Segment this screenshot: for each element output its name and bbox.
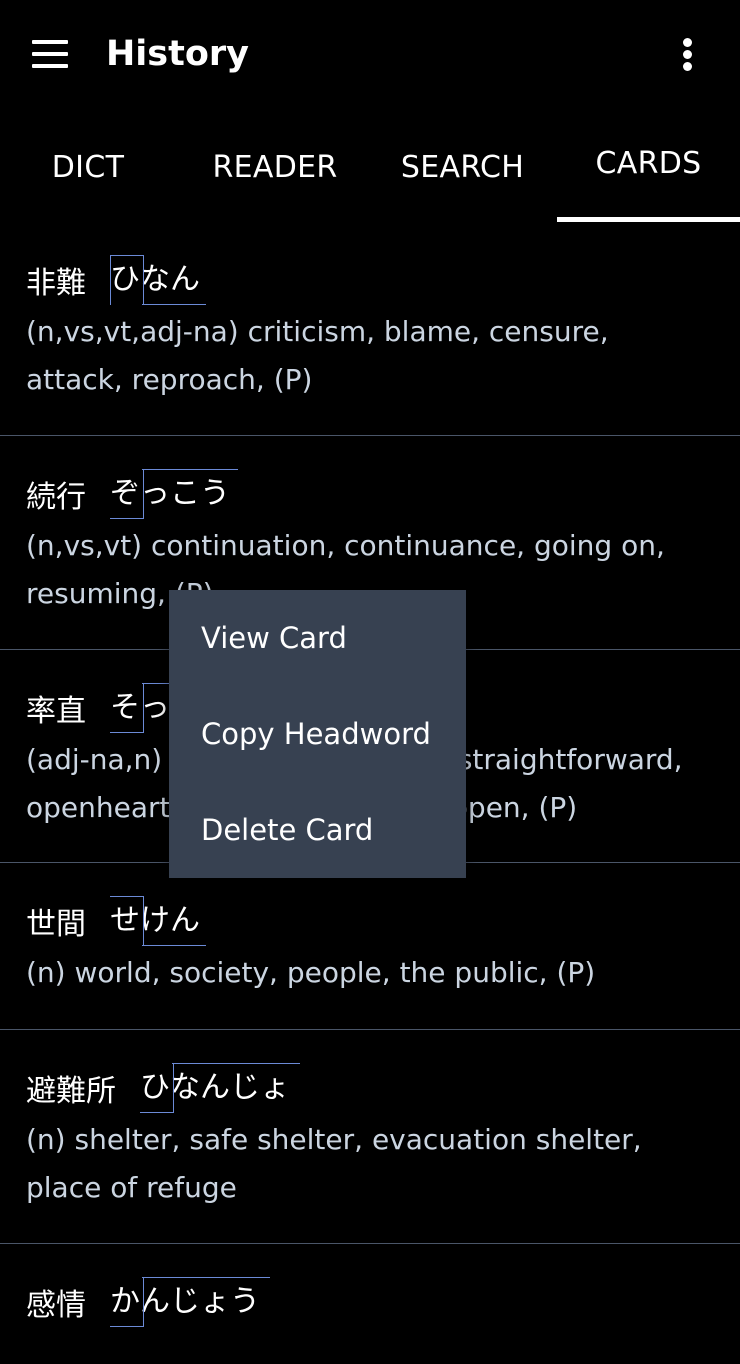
card-gloss: (n) shelter, safe shelter, evacuation sh…	[26, 1123, 642, 1204]
pitch-accent-marker	[142, 1277, 270, 1327]
card-reading: ひなんじょ	[140, 1063, 300, 1113]
menu-item-delete-card[interactable]: Delete Card	[169, 782, 466, 878]
card-header: 避難所 ひなんじょ	[26, 1063, 300, 1113]
card-gloss: (n) world, society, people, the public, …	[26, 956, 596, 989]
card-headword: 世間	[26, 907, 86, 942]
card-item[interactable]: 感情 かんじょう	[0, 1244, 740, 1364]
pitch-accent-marker	[110, 255, 144, 305]
pitch-accent-marker	[142, 469, 238, 519]
card-header: 世間 せけん	[26, 896, 206, 946]
tab-reader[interactable]: READER	[182, 112, 368, 222]
app-bar: History	[0, 0, 740, 110]
pitch-accent-marker	[140, 1063, 174, 1113]
card-item[interactable]: 世間 せけん (n) world, society, people, the p…	[0, 863, 740, 1030]
page-title: History	[106, 34, 249, 74]
card-headword: 続行	[26, 480, 86, 515]
card-item[interactable]: 非難 ひなん (n,vs,vt,adj-na) criticism, blame…	[0, 222, 740, 436]
card-gloss: (n,vs,vt,adj-na) criticism, blame, censu…	[26, 315, 609, 396]
card-reading: ぞっこう	[110, 469, 238, 519]
card-headword: 感情	[26, 1288, 86, 1323]
tab-cards[interactable]: CARDS	[557, 108, 740, 218]
menu-item-copy-headword[interactable]: Copy Headword	[169, 686, 466, 782]
card-headword: 非難	[26, 266, 86, 301]
context-menu: View Card Copy Headword Delete Card	[169, 590, 466, 878]
tab-dict[interactable]: DICT	[0, 112, 176, 222]
card-reading: せけん	[110, 896, 206, 946]
card-reading: かんじょう	[110, 1277, 270, 1327]
pitch-accent-marker	[110, 1277, 144, 1327]
pitch-accent-marker	[172, 1063, 300, 1113]
card-reading: ひなん	[110, 255, 206, 305]
pitch-accent-marker	[142, 255, 206, 305]
card-header: 感情 かんじょう	[26, 1277, 270, 1327]
card-header: 続行 ぞっこう	[26, 469, 238, 519]
pitch-accent-marker	[142, 896, 206, 946]
more-vertical-icon[interactable]	[672, 36, 704, 72]
card-headword: 率直	[26, 694, 86, 729]
tab-search[interactable]: SEARCH	[370, 112, 555, 222]
card-item[interactable]: 避難所 ひなんじょ (n) shelter, safe shelter, eva…	[0, 1030, 740, 1244]
pitch-accent-marker	[110, 896, 144, 946]
menu-item-view-card[interactable]: View Card	[169, 590, 466, 686]
pitch-accent-marker	[110, 683, 144, 733]
card-headword: 避難所	[26, 1074, 116, 1109]
tab-bar: DICT READER SEARCH CARDS	[0, 112, 740, 222]
card-header: 非難 ひなん	[26, 255, 206, 305]
pitch-accent-marker	[110, 469, 144, 519]
hamburger-menu-icon[interactable]	[32, 40, 68, 68]
